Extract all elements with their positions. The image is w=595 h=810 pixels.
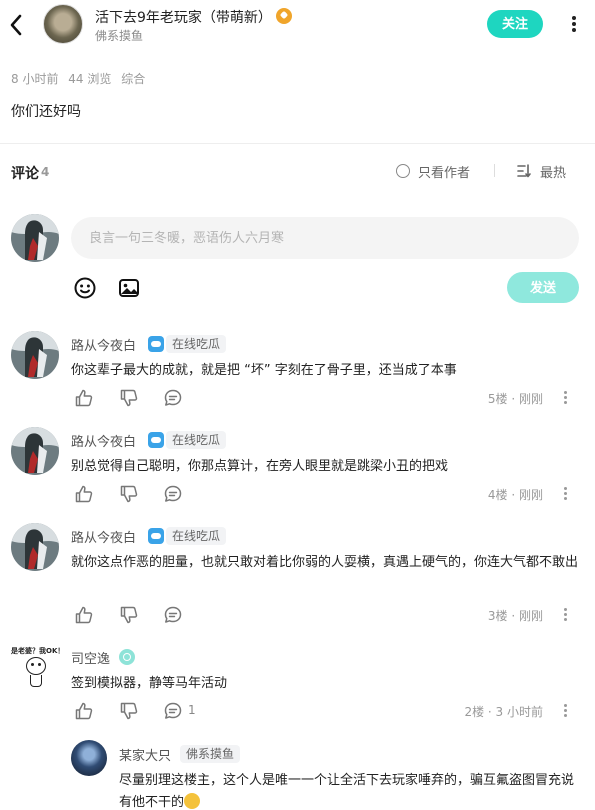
commenter-avatar[interactable] — [11, 427, 59, 475]
post-views: 44 浏览 — [68, 72, 112, 86]
reply-bubble-icon[interactable] — [163, 484, 183, 504]
comment-text: 别总觉得自己聪明，你那点算计，在旁人眼里就是跳梁小丑的把戏 — [71, 459, 449, 474]
commenter-avatar[interactable] — [11, 331, 59, 379]
meme-face-icon — [26, 657, 46, 675]
floor-info: 2楼 · 3 小时前 — [464, 705, 543, 719]
floor-info: 4楼 · 刚刚 — [487, 488, 543, 502]
divider — [494, 164, 495, 177]
more-vertical-icon[interactable] — [564, 487, 568, 501]
thumbs-down-icon[interactable] — [119, 701, 139, 721]
meme-body-icon — [30, 675, 42, 687]
game-badge-icon — [148, 336, 164, 352]
comment-text: 就你这点作恶的胆量，也就只敢对着比你弱的人耍横，真遇上硬气的，你连大气都不敢出 — [71, 555, 579, 570]
sort-label: 最热 — [540, 165, 567, 181]
author-subtitle: 佛系摸鱼 — [95, 29, 144, 43]
commenter-avatar[interactable]: 是老婆？我OK！ — [11, 644, 65, 692]
user-tag: 在线吃瓜 — [166, 335, 227, 353]
more-vertical-icon[interactable] — [566, 14, 582, 34]
author-avatar[interactable] — [43, 4, 83, 44]
thumbs-down-icon[interactable] — [119, 388, 139, 408]
commenter-name[interactable]: 路从今夜白 — [71, 335, 136, 354]
meme-caption: 是老婆？我OK！ — [11, 647, 65, 655]
level-badge-icon — [276, 8, 292, 24]
more-vertical-icon[interactable] — [564, 391, 568, 405]
floor-info: 3楼 · 刚刚 — [487, 609, 543, 623]
commenter-name[interactable]: 路从今夜白 — [71, 431, 136, 450]
floor-info: 5楼 · 刚刚 — [487, 392, 543, 406]
comments-title: 评论 — [11, 166, 39, 182]
send-button[interactable]: 发送 — [507, 272, 579, 303]
sort-icon — [517, 164, 531, 178]
emoji-icon[interactable] — [73, 276, 97, 300]
more-vertical-icon[interactable] — [564, 608, 568, 622]
thumbs-down-icon[interactable] — [119, 605, 139, 625]
post-time: 8 小时前 — [11, 72, 59, 86]
reply-count: 1 — [188, 703, 196, 717]
my-avatar — [11, 214, 59, 262]
emoji-icon — [184, 793, 201, 809]
author-name[interactable]: 活下去9年老玩家（带萌新） — [95, 7, 272, 27]
thumbs-up-icon[interactable] — [74, 388, 94, 408]
comment-actions: 5楼 · 刚刚 — [74, 388, 579, 408]
thumbs-up-icon[interactable] — [74, 484, 94, 504]
divider — [0, 143, 595, 144]
only-author-toggle[interactable]: 只看作者 — [396, 161, 470, 181]
commenter-name[interactable]: 司空逸 — [71, 648, 110, 667]
more-vertical-icon[interactable] — [564, 704, 568, 718]
game-badge-icon — [148, 432, 164, 448]
comment-actions: 3楼 · 刚刚 — [74, 605, 579, 625]
replier-avatar[interactable] — [71, 740, 107, 776]
replier-name[interactable]: 某家大只 — [119, 745, 171, 764]
thumbs-down-icon[interactable] — [119, 484, 139, 504]
reply-bubble-icon[interactable] — [163, 701, 183, 721]
radio-icon — [396, 164, 410, 178]
commenter-avatar[interactable] — [11, 523, 59, 571]
comments-count: 4 — [41, 165, 50, 179]
post-meta: 8 小时前 44 浏览 综合 — [11, 70, 151, 87]
top-bar: 活下去9年老玩家（带萌新） 佛系摸鱼 关注 — [0, 0, 595, 50]
comment-actions: 4楼 · 刚刚 — [74, 484, 579, 504]
thumbs-up-icon[interactable] — [74, 701, 94, 721]
user-tag: 在线吃瓜 — [166, 431, 227, 449]
thumbs-up-icon[interactable] — [74, 605, 94, 625]
user-tag: 在线吃瓜 — [166, 527, 227, 545]
reply-text: 尽量别理这楼主，这个人是唯一一个让全活下去玩家唾弃的，骗互氟盗图冒充说有他不干的 — [119, 770, 581, 810]
image-icon[interactable] — [117, 276, 141, 300]
post-category[interactable]: 综合 — [121, 72, 145, 86]
comment-input[interactable] — [71, 217, 579, 259]
post-body: 你们还好吗 — [11, 104, 81, 120]
commenter-name[interactable]: 路从今夜白 — [71, 527, 136, 546]
user-tag: 佛系摸鱼 — [180, 745, 241, 763]
comment-actions: 1 2楼 · 3 小时前 — [74, 701, 579, 721]
sort-toggle[interactable]: 最热 — [516, 161, 566, 181]
only-author-label: 只看作者 — [418, 165, 471, 181]
level-badge-icon — [119, 649, 135, 665]
reply-bubble-icon[interactable] — [163, 388, 183, 408]
comment-text: 你这辈子最大的成就，就是把 “坏” 字刻在了骨子里，还当成了本事 — [71, 363, 457, 378]
reply-bubble-icon[interactable] — [163, 605, 183, 625]
comments-header: 评论 4 只看作者 最热 — [11, 161, 583, 183]
comment-text: 签到模拟器，静等马年活动 — [71, 676, 228, 691]
back-icon[interactable] — [6, 12, 26, 38]
follow-button[interactable]: 关注 — [487, 10, 543, 38]
game-badge-icon — [148, 528, 164, 544]
